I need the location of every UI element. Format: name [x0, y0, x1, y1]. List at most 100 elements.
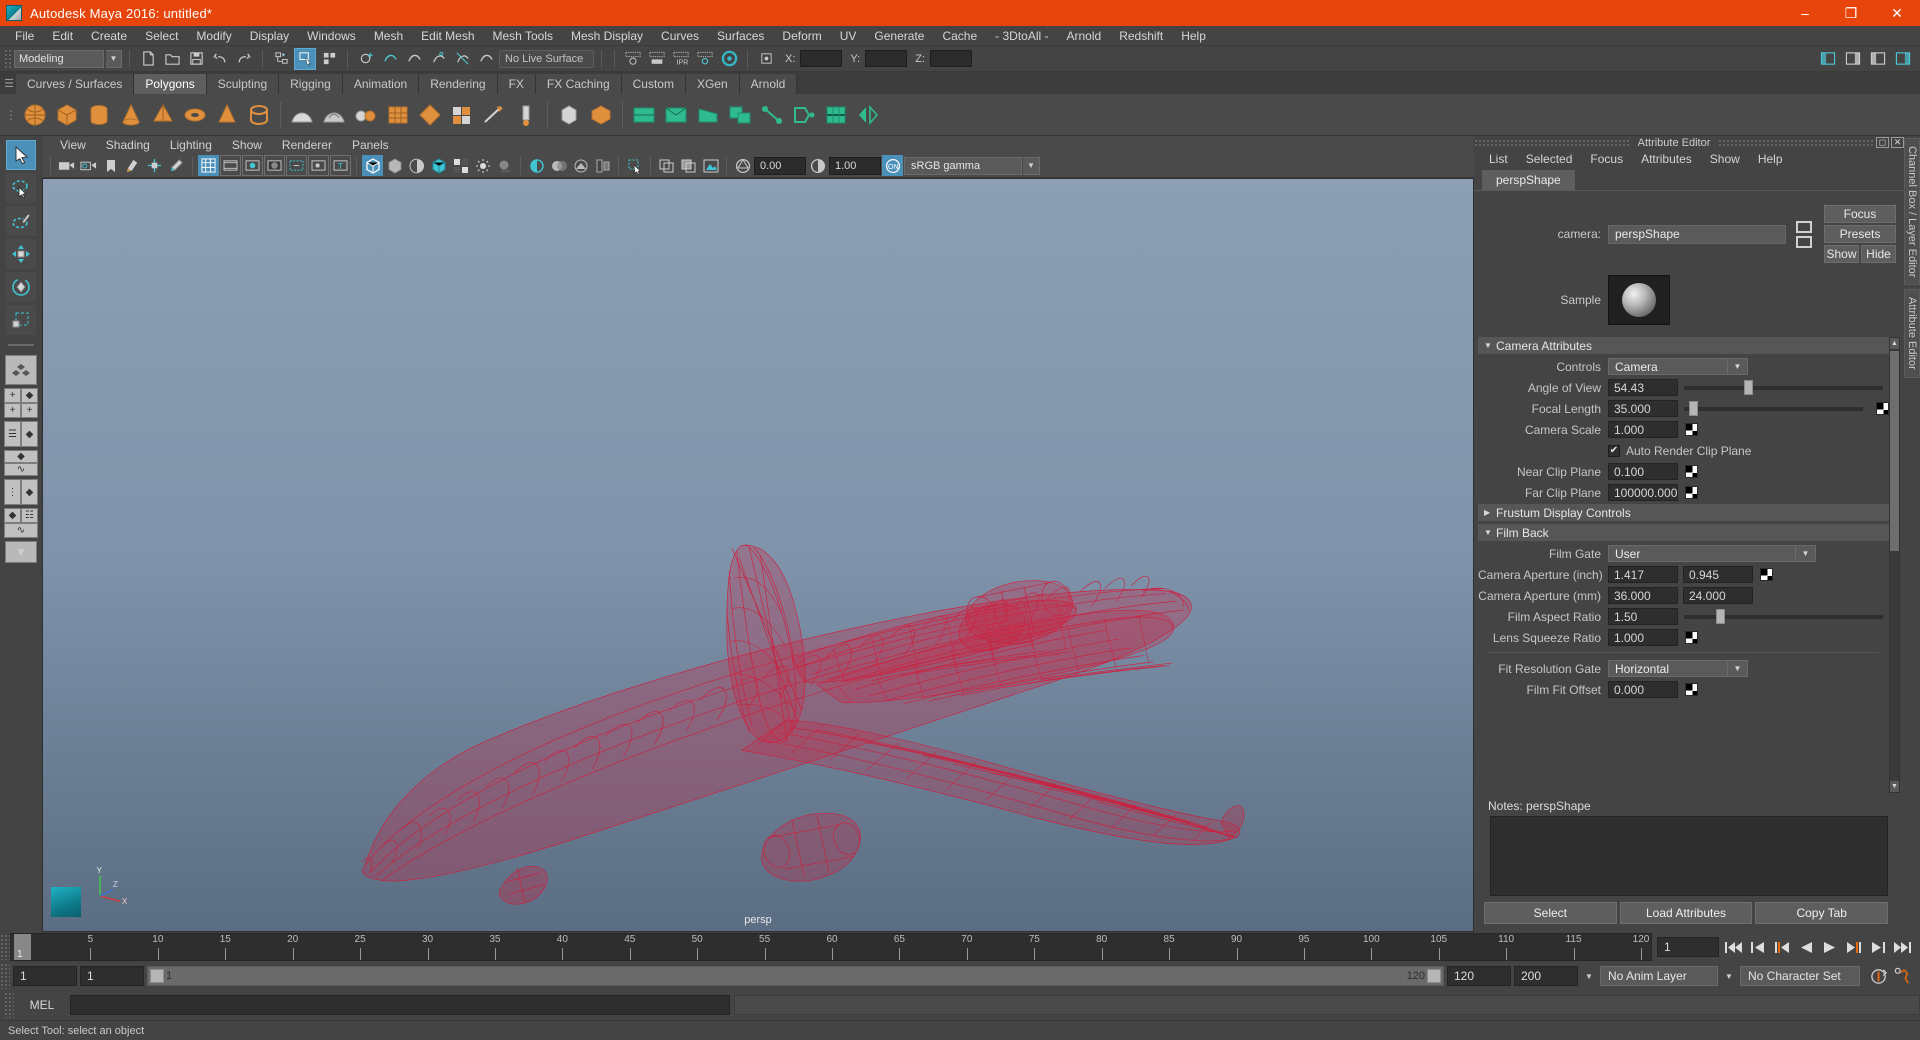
fit-resolution-gate-select[interactable]: Horizontal [1608, 660, 1728, 677]
step-back-frame-icon[interactable] [1748, 937, 1768, 957]
viewport-menu-show[interactable]: Show [222, 138, 272, 152]
motion-blur-icon[interactable] [548, 155, 569, 176]
show-button[interactable]: Show [1824, 245, 1859, 263]
far-clip-plane-connection-icon[interactable] [1685, 486, 1698, 499]
shelf-tab-custom[interactable]: Custom [621, 74, 686, 94]
copy-view-icon[interactable] [656, 155, 677, 176]
bevel-icon[interactable] [554, 99, 584, 131]
select-by-object-type-icon[interactable] [294, 47, 316, 70]
range-current-end-input[interactable]: 120 [1447, 966, 1511, 986]
shelf-grip-icon[interactable]: ☰ [2, 72, 16, 94]
layout-cell[interactable]: ∿ [4, 523, 38, 538]
near-clip-plane-connection-icon[interactable] [1685, 465, 1698, 478]
gate-mask-icon[interactable] [264, 155, 285, 176]
select-by-hierarchy-icon[interactable] [270, 48, 292, 70]
poly-prism-icon[interactable] [212, 99, 242, 131]
shelf-tab-rigging[interactable]: Rigging [279, 74, 343, 94]
paste-view-icon[interactable] [678, 155, 699, 176]
anim-layer-chevron-down-icon[interactable]: ▼ [1581, 966, 1597, 986]
slider-knob[interactable] [1743, 380, 1753, 395]
snapshot-icon[interactable] [700, 155, 721, 176]
redo-icon[interactable] [233, 48, 255, 70]
poly-crease-icon[interactable] [821, 99, 851, 131]
scale-tool-icon[interactable] [6, 305, 36, 335]
ae-menu-help[interactable]: Help [1749, 152, 1792, 166]
snap-to-curve-icon[interactable] [379, 48, 401, 70]
extrude-icon[interactable] [586, 99, 616, 131]
camera-name-input[interactable]: perspShape [1608, 224, 1786, 244]
poly-plane-grid-icon[interactable] [383, 99, 413, 131]
menu-item-curves[interactable]: Curves [652, 26, 708, 46]
maximize-button[interactable]: ❐ [1828, 0, 1874, 26]
attribute-scrollbar[interactable]: ▲ ▼ [1889, 337, 1900, 793]
exposure-icon[interactable] [732, 155, 753, 176]
layout-cell[interactable]: ☰ [4, 421, 21, 447]
multi-cut-icon[interactable] [479, 99, 509, 131]
poly-pyramid-icon[interactable] [148, 99, 178, 131]
save-scene-icon[interactable] [185, 48, 207, 70]
layout-four-view-icon[interactable]: + ◆ + + [4, 388, 38, 418]
toolbar-grip[interactable] [4, 48, 12, 69]
menu-item-mesh-display[interactable]: Mesh Display [562, 26, 652, 46]
near-clip-plane-input[interactable]: 0.100 [1608, 463, 1678, 480]
menu-item-3dtoall[interactable]: - 3DtoAll - [986, 26, 1057, 46]
merge-vertices-icon[interactable] [789, 99, 819, 131]
viewport-menu-renderer[interactable]: Renderer [272, 138, 342, 152]
grease-pencil-icon[interactable] [166, 155, 187, 176]
connect-components-icon[interactable] [757, 99, 787, 131]
color-management-toggle-icon[interactable]: ON [882, 155, 903, 176]
poly-cylinder-icon[interactable] [84, 99, 114, 131]
poly-torus-icon[interactable] [180, 99, 210, 131]
notes-textarea[interactable] [1490, 816, 1888, 896]
two-d-pan-zoom-icon[interactable] [144, 155, 165, 176]
vertical-tab-channel-box-layer-editor[interactable]: Channel Box / Layer Editor [1904, 138, 1920, 286]
command-input[interactable] [70, 995, 730, 1015]
menu-item-select[interactable]: Select [136, 26, 187, 46]
undock-panel-icon[interactable]: ◻ [1876, 137, 1890, 148]
go-to-start-icon[interactable] [1724, 937, 1744, 957]
menu-item-display[interactable]: Display [241, 26, 298, 46]
viewport-menu-shading[interactable]: Shading [96, 138, 160, 152]
snap-to-point-icon[interactable] [403, 48, 425, 70]
anim-layer-select[interactable]: No Anim Layer [1600, 966, 1718, 986]
shelf-tab-fx-caching[interactable]: FX Caching [535, 74, 622, 94]
command-line-grip[interactable] [4, 992, 14, 1018]
wireframe-shading-icon[interactable] [362, 155, 383, 176]
grid-toggle-icon[interactable] [198, 155, 219, 176]
angle-of-view-slider[interactable] [1684, 379, 1883, 396]
text-overlay-icon[interactable]: T [330, 155, 351, 176]
slider-knob[interactable] [1689, 401, 1699, 416]
shelf-tab-fx[interactable]: FX [497, 74, 536, 94]
time-cursor[interactable]: 1 [14, 934, 31, 960]
scroll-up-icon[interactable]: ▲ [1890, 338, 1899, 349]
layout-cell[interactable]: ◆ [21, 479, 38, 505]
target-weld-icon[interactable] [511, 99, 541, 131]
menu-item-help[interactable]: Help [1172, 26, 1215, 46]
ae-menu-attributes[interactable]: Attributes [1632, 152, 1701, 166]
section-header-camera-attributes[interactable]: ▼ Camera Attributes [1478, 337, 1889, 354]
menu-item-mesh-tools[interactable]: Mesh Tools [484, 26, 562, 46]
film-gate-select[interactable]: User [1608, 545, 1796, 562]
close-panel-icon[interactable]: ✕ [1891, 137, 1905, 148]
live-surface-field[interactable]: No Live Surface [499, 49, 594, 68]
camera-aperture-inch-input-2[interactable]: 0.945 [1683, 566, 1753, 583]
film-fit-offset-input[interactable]: 0.000 [1608, 681, 1678, 698]
layout-cell[interactable]: + [4, 403, 21, 418]
shelf-tab-polygons[interactable]: Polygons [134, 74, 207, 94]
menu-item-create[interactable]: Create [82, 26, 136, 46]
camera-aperture-mm-input-2[interactable]: 24.000 [1683, 587, 1753, 604]
menu-item-cache[interactable]: Cache [933, 26, 986, 46]
poly-append-icon[interactable] [661, 99, 691, 131]
range-start-input[interactable]: 1 [13, 966, 77, 986]
close-button[interactable]: ✕ [1874, 0, 1920, 26]
controls-select[interactable]: Camera [1608, 358, 1728, 375]
wireframe-on-shaded-icon[interactable] [428, 155, 449, 176]
layout-outliner-persp-icon[interactable]: ☰ ◆ [4, 421, 38, 447]
hypershade-icon[interactable] [718, 48, 740, 70]
toggle-modeling-toolkit-icon[interactable] [1817, 48, 1839, 70]
menu-item-edit[interactable]: Edit [43, 26, 82, 46]
smooth-shade-all-icon[interactable] [384, 155, 405, 176]
range-total-end-input[interactable]: 200 [1514, 966, 1578, 986]
layout-single-perspective-icon[interactable] [5, 355, 37, 385]
layout-cell[interactable]: ⋮ [4, 479, 21, 505]
